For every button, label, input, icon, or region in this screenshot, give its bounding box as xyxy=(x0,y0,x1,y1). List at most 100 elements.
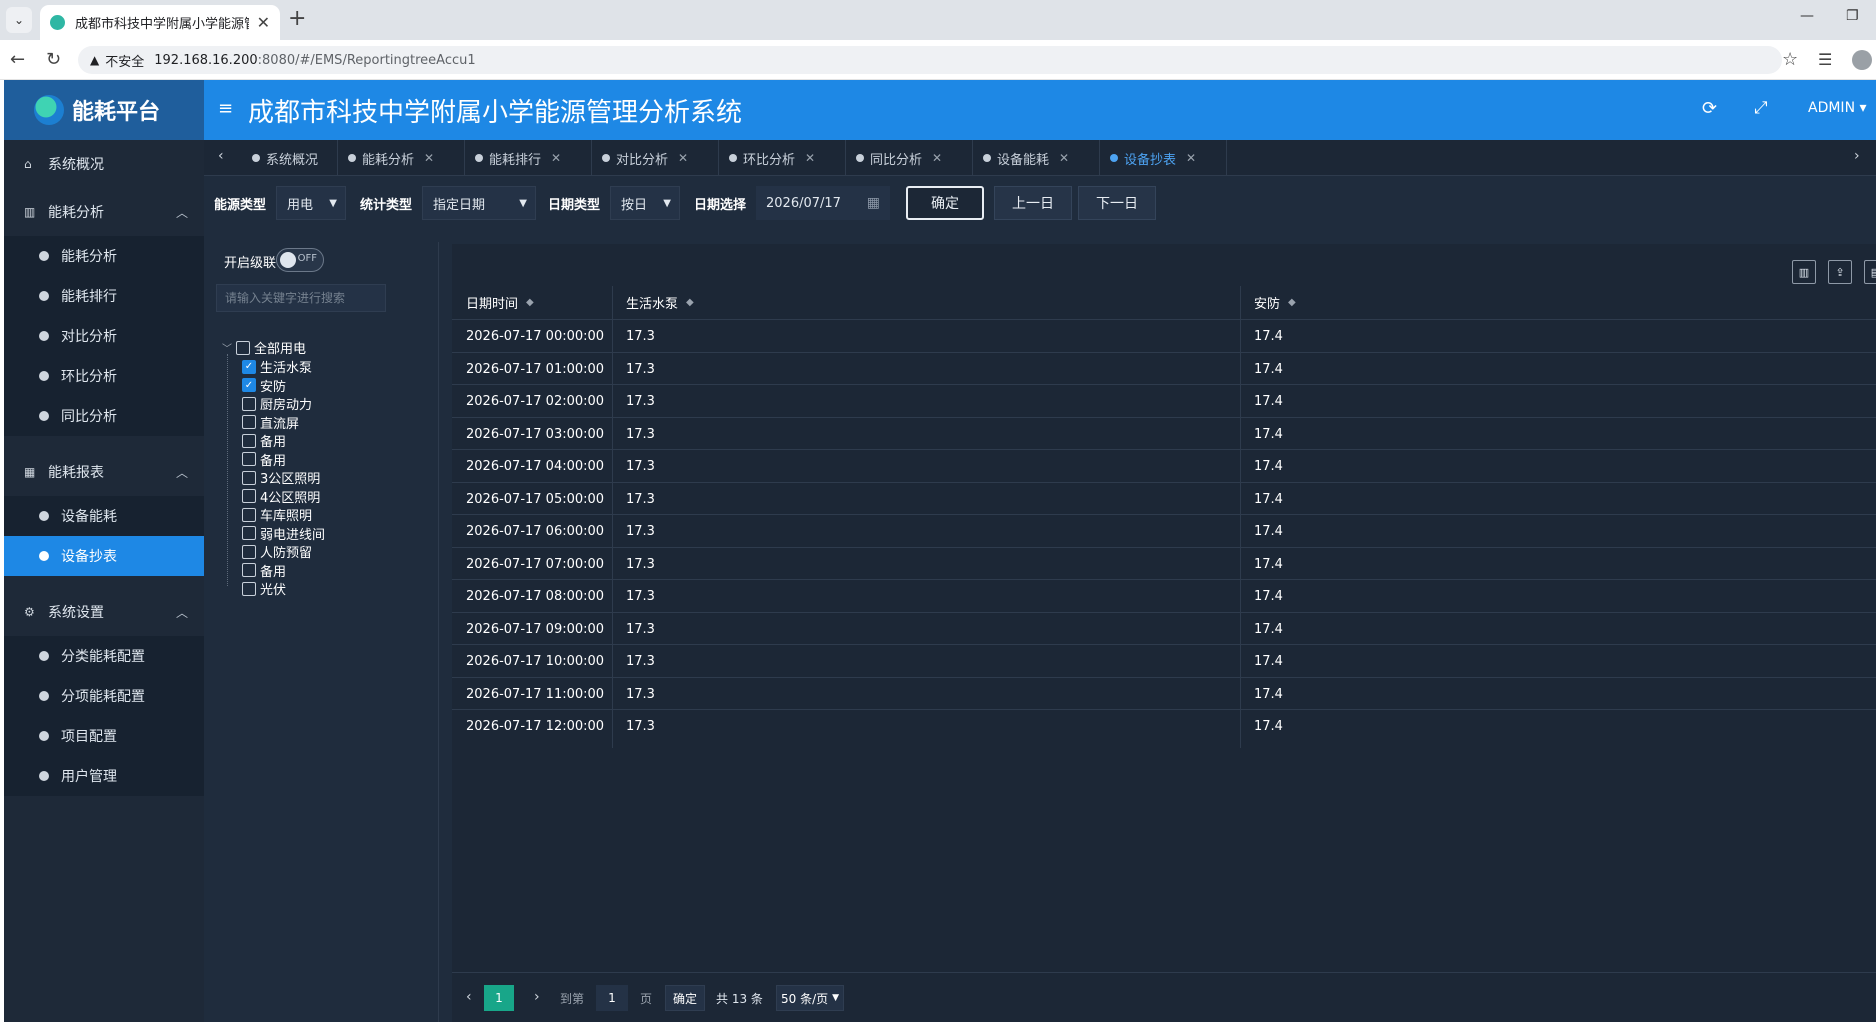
sort-icon[interactable]: ◆ xyxy=(526,297,534,308)
tag-close-icon[interactable]: ✕ xyxy=(805,151,815,165)
tree-checkbox[interactable] xyxy=(236,340,250,355)
tags-scroll-left-icon[interactable]: ‹ xyxy=(218,148,224,164)
user-menu[interactable]: ADMIN ▾ xyxy=(1808,100,1867,116)
browser-tab[interactable]: 成都市科技中学附属小学能源管理 ✕ xyxy=(40,5,280,40)
refresh-icon[interactable]: ⟳ xyxy=(1702,98,1717,119)
sidebar-item-energy-ranking[interactable]: 能耗排行 xyxy=(4,276,204,316)
goto-confirm-button[interactable]: 确定 xyxy=(665,985,705,1011)
reading-list-icon[interactable]: ☰ xyxy=(1818,50,1832,69)
tag-overview[interactable]: 系统概况 xyxy=(242,140,338,176)
tree-node[interactable]: 直流屏 xyxy=(242,413,299,432)
new-tab-icon[interactable]: + xyxy=(288,6,306,31)
sidebar-item-yoy[interactable]: 同比分析 xyxy=(4,396,204,436)
prev-page-icon[interactable]: ‹ xyxy=(466,989,472,1005)
tree-node[interactable]: ✓ 生活水泵 xyxy=(242,357,312,376)
tree-node[interactable]: 备用 xyxy=(242,450,286,469)
tree-node[interactable]: ✓ 安防 xyxy=(242,376,286,395)
sidebar-item-user-management[interactable]: 用户管理 xyxy=(4,756,204,796)
column-header-security[interactable]: 安防 ◆ xyxy=(1240,286,1876,319)
confirm-button[interactable]: 确定 xyxy=(906,186,984,220)
sort-icon[interactable]: ◆ xyxy=(686,297,694,308)
tab-list-dropdown-icon[interactable]: ⌄ xyxy=(6,7,32,33)
tree-node[interactable]: 备用 xyxy=(242,561,286,580)
tree-checkbox-checked[interactable]: ✓ xyxy=(242,359,256,374)
columns-toggle-icon[interactable]: ▥ xyxy=(1792,260,1816,284)
tree-node[interactable]: 4公区照明 xyxy=(242,487,320,506)
sidebar-item-energy-analysis[interactable]: 能耗分析 xyxy=(4,236,204,276)
bookmark-star-icon[interactable]: ☆ xyxy=(1782,49,1798,70)
export-icon[interactable]: ⇪ xyxy=(1828,260,1852,284)
tree-checkbox[interactable] xyxy=(242,526,256,540)
tree-checkbox[interactable] xyxy=(242,452,256,466)
sort-icon[interactable]: ◆ xyxy=(1288,297,1296,308)
tag-comparison[interactable]: 对比分析 ✕ xyxy=(592,140,719,176)
date-type-select[interactable]: 按日 ▼ xyxy=(610,186,680,220)
tree-checkbox[interactable] xyxy=(242,544,256,559)
chevron-down-icon[interactable]: ﹀ xyxy=(222,340,232,355)
tag-close-icon[interactable]: ✕ xyxy=(678,151,688,165)
sidebar-item-subitem-config[interactable]: 分项能耗配置 xyxy=(4,676,204,716)
sidebar-group-settings[interactable]: ⚙ 系统设置 ︿ xyxy=(4,588,204,636)
goto-page-input[interactable]: 1 xyxy=(596,985,628,1011)
sidebar-item-mom[interactable]: 环比分析 xyxy=(4,356,204,396)
cascade-toggle[interactable]: OFF xyxy=(276,248,324,272)
tree-root-node[interactable]: ﹀ 全部用电 xyxy=(222,338,306,357)
stat-type-select[interactable]: 指定日期 ▼ xyxy=(422,186,536,220)
menu-toggle-icon[interactable]: ≡ xyxy=(218,98,233,119)
reload-icon[interactable]: ↻ xyxy=(46,49,61,70)
tags-scroll-right-icon[interactable]: › xyxy=(1854,148,1860,164)
tree-checkbox[interactable] xyxy=(242,563,256,577)
tag-close-icon[interactable]: ✕ xyxy=(551,151,561,165)
tree-checkbox[interactable] xyxy=(242,489,256,503)
tree-checkbox-checked[interactable]: ✓ xyxy=(242,378,256,392)
tag-energy-ranking[interactable]: 能耗排行 ✕ xyxy=(465,140,592,176)
print-icon[interactable]: ▤ xyxy=(1864,260,1876,284)
sidebar-item-device-reading[interactable]: 设备抄表 xyxy=(4,536,204,576)
tree-checkbox[interactable] xyxy=(242,396,256,411)
tree-node[interactable]: 备用 xyxy=(242,431,286,450)
tag-energy-analysis[interactable]: 能耗分析 ✕ xyxy=(338,140,465,176)
tag-device-energy[interactable]: 设备能耗 ✕ xyxy=(973,140,1100,176)
sidebar-item-comparison[interactable]: 对比分析 xyxy=(4,316,204,356)
sidebar-group-energy-analysis[interactable]: ▥ 能耗分析 ︿ xyxy=(4,188,204,236)
tag-mom[interactable]: 环比分析 ✕ xyxy=(719,140,846,176)
column-header-water-pump[interactable]: 生活水泵 ◆ xyxy=(612,286,1240,319)
restore-window-icon[interactable]: ❐ xyxy=(1846,8,1859,24)
profile-avatar[interactable] xyxy=(1852,50,1872,70)
address-bar[interactable]: ▲ 不安全 192.168.16.200 :8080/#/EMS/Reporti… xyxy=(78,46,1782,74)
sidebar-item-device-energy[interactable]: 设备能耗 xyxy=(4,496,204,536)
sidebar-item-project-config[interactable]: 项目配置 xyxy=(4,716,204,756)
tree-checkbox[interactable] xyxy=(242,581,256,596)
tree-node[interactable]: 人防预留 xyxy=(242,542,312,561)
tree-checkbox[interactable] xyxy=(242,470,256,485)
minimize-icon[interactable]: — xyxy=(1800,8,1814,24)
next-page-icon[interactable]: › xyxy=(534,989,540,1005)
tree-node[interactable]: 3公区照明 xyxy=(242,468,320,487)
fullscreen-icon[interactable]: ⤢ xyxy=(1754,98,1768,118)
tree-node[interactable]: 光伏 xyxy=(242,579,286,598)
close-tab-icon[interactable]: ✕ xyxy=(257,13,270,32)
back-icon[interactable]: ← xyxy=(10,49,25,70)
tree-checkbox[interactable] xyxy=(242,507,256,522)
tag-close-icon[interactable]: ✕ xyxy=(932,151,942,165)
tree-checkbox[interactable] xyxy=(242,433,256,448)
sidebar-group-energy-report[interactable]: ▦ 能耗报表 ︿ xyxy=(4,448,204,496)
tree-node[interactable]: 厨房动力 xyxy=(242,394,312,413)
tag-yoy[interactable]: 同比分析 ✕ xyxy=(846,140,973,176)
energy-type-select[interactable]: 用电 ▼ xyxy=(276,186,346,220)
tree-node[interactable]: 车库照明 xyxy=(242,505,312,524)
sidebar-item-category-config[interactable]: 分类能耗配置 xyxy=(4,636,204,676)
next-day-button[interactable]: 下一日 xyxy=(1078,186,1156,220)
sidebar-item-overview[interactable]: ⌂ 系统概况 xyxy=(4,140,204,188)
page-size-select[interactable]: 50 条/页 ▼ xyxy=(776,985,844,1011)
date-picker[interactable]: 2026/07/17 ▦ xyxy=(756,186,890,220)
tag-close-icon[interactable]: ✕ xyxy=(1186,151,1196,165)
column-header-datetime[interactable]: 日期时间 ◆ xyxy=(452,286,612,319)
prev-day-button[interactable]: 上一日 xyxy=(994,186,1072,220)
tag-close-icon[interactable]: ✕ xyxy=(1059,151,1069,165)
tree-checkbox[interactable] xyxy=(242,415,256,429)
tree-search-input[interactable] xyxy=(216,284,386,312)
tag-device-reading[interactable]: 设备抄表 ✕ xyxy=(1100,140,1227,176)
current-page-button[interactable]: 1 xyxy=(484,985,514,1011)
tag-close-icon[interactable]: ✕ xyxy=(424,151,434,165)
